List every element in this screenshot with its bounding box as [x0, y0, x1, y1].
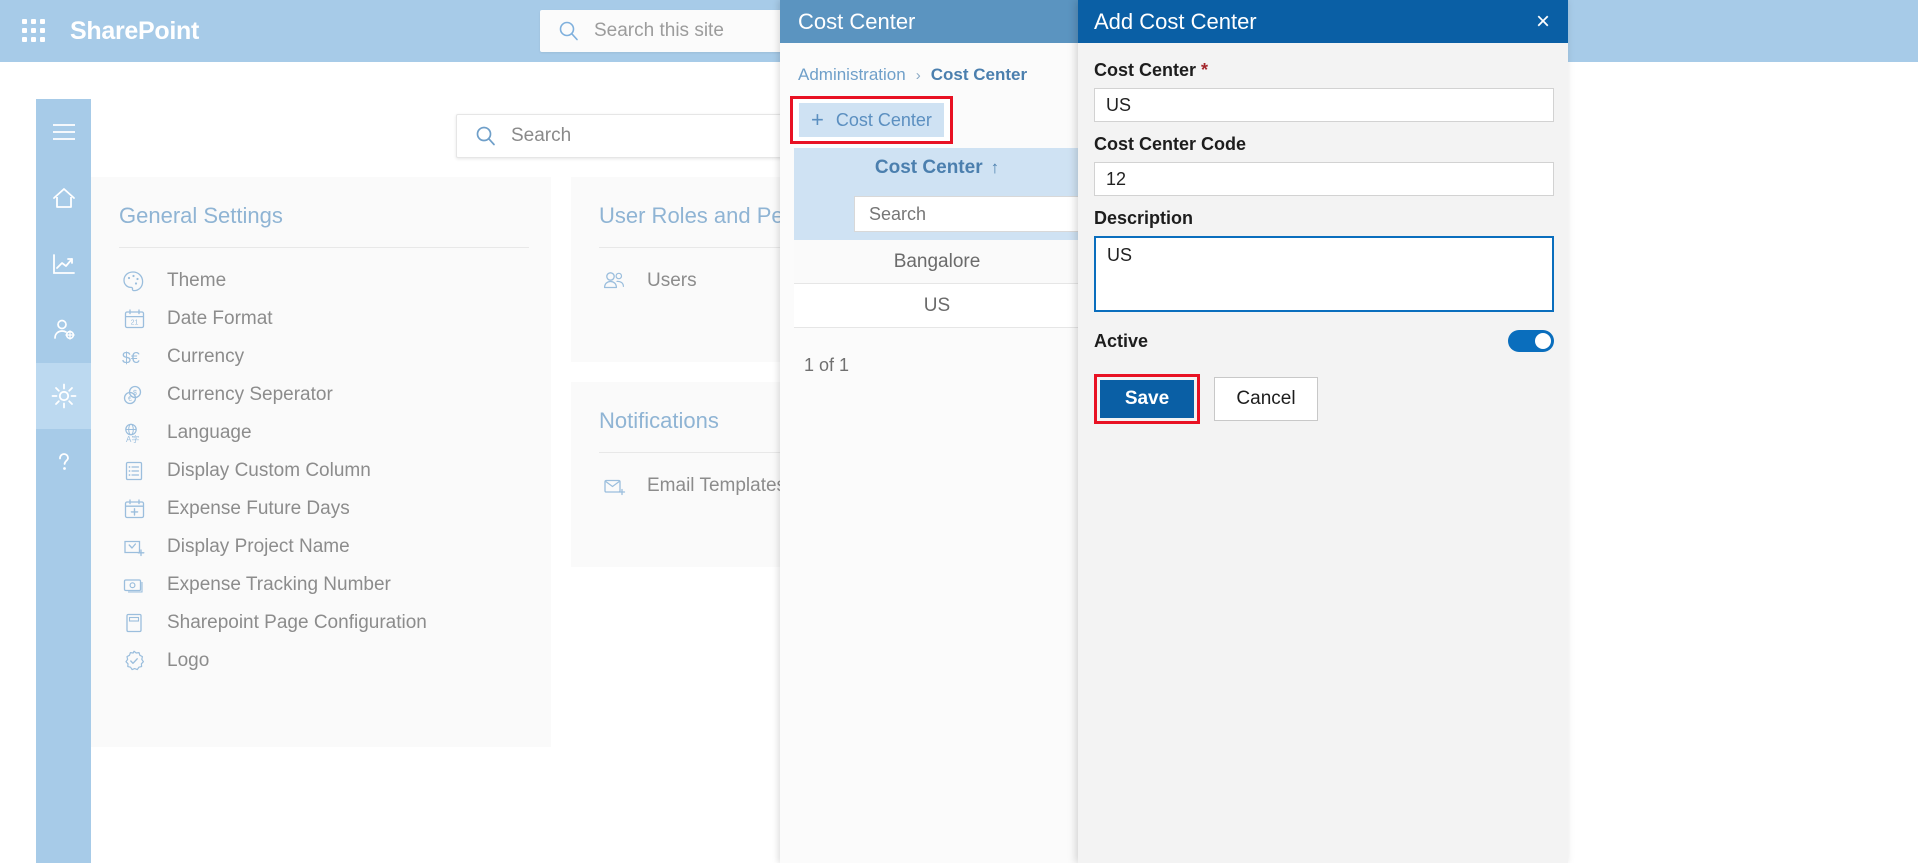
- add-cost-center-panel: Add Cost Center × Cost Center * Cost Cen…: [1078, 0, 1568, 863]
- people-icon: [599, 268, 629, 294]
- table-row[interactable]: Bangalore: [794, 240, 1080, 284]
- badge-icon: [119, 648, 149, 674]
- cost-center-input[interactable]: [1094, 88, 1554, 122]
- list-icon: [119, 458, 149, 484]
- cancel-button[interactable]: Cancel: [1214, 377, 1318, 421]
- cost-center-code-field-label: Cost Center Code: [1094, 134, 1247, 154]
- setting-label: Expense Tracking Number: [167, 574, 391, 595]
- setting-label: Users: [647, 270, 697, 291]
- calendar-plus-icon: [119, 496, 149, 522]
- setting-item-display-custom-column[interactable]: Display Custom Column: [91, 452, 551, 490]
- svg-text:A字: A字: [126, 434, 139, 444]
- breadcrumb-separator: ›: [915, 66, 921, 84]
- active-toggle-row: Active: [1094, 330, 1554, 352]
- setting-item-currency-seperator[interactable]: $ € Currency Seperator: [91, 376, 551, 414]
- general-settings-card: General Settings Theme 21 Date Format $€…: [91, 177, 551, 747]
- plus-icon: +: [811, 107, 824, 132]
- setting-label: Display Project Name: [167, 536, 350, 557]
- add-cost-center-label: Cost Center: [835, 109, 932, 130]
- setting-item-currency[interactable]: $€ Currency: [91, 338, 551, 376]
- cost-center-panel: Cost Center Administration › Cost Center…: [780, 0, 1080, 863]
- setting-label: Display Custom Column: [167, 460, 371, 481]
- setting-label: Sharepoint Page Configuration: [167, 612, 427, 633]
- cost-center-search-input[interactable]: [855, 203, 1055, 225]
- form-title: Add Cost Center: [1094, 8, 1257, 34]
- description-textarea[interactable]: [1094, 236, 1554, 312]
- add-cost-center-button[interactable]: + Cost Center: [799, 103, 944, 137]
- cost-center-search-box[interactable]: [854, 196, 1080, 232]
- language-icon: A字: [119, 420, 149, 446]
- form-buttons: Save Cancel: [1094, 374, 1552, 424]
- save-button[interactable]: Save: [1100, 380, 1194, 418]
- search-icon: [558, 20, 580, 42]
- form-body: Cost Center * Cost Center Code Descripti…: [1078, 43, 1568, 424]
- general-settings-title: General Settings: [119, 203, 283, 228]
- cost-center-list: Bangalore US: [794, 240, 1080, 328]
- active-toggle[interactable]: [1508, 330, 1554, 352]
- svg-text:21: 21: [130, 320, 138, 327]
- cost-center-code-input[interactable]: [1094, 162, 1554, 196]
- sort-ascending-icon: ↑: [990, 158, 1000, 177]
- breadcrumb-administration[interactable]: Administration: [798, 65, 906, 85]
- pager-label: 1 of 1: [804, 355, 850, 375]
- setting-item-date-format[interactable]: 21 Date Format: [91, 300, 551, 338]
- setting-item-display-project-name[interactable]: Display Project Name: [91, 528, 551, 566]
- breadcrumb-cost-center[interactable]: Cost Center: [931, 65, 1027, 85]
- setting-label: Language: [167, 422, 252, 443]
- setting-item-theme[interactable]: Theme: [91, 262, 551, 300]
- close-icon[interactable]: ×: [1532, 9, 1554, 34]
- column-header-label: Cost Center: [874, 157, 983, 178]
- table-row[interactable]: US: [794, 284, 1080, 328]
- palette-icon: [119, 268, 149, 294]
- form-header: Add Cost Center ×: [1078, 0, 1568, 43]
- rail-item-user-settings[interactable]: [36, 297, 91, 363]
- cost-center-panel-header: Cost Center: [780, 0, 1080, 43]
- cost-center-panel-title: Cost Center: [798, 8, 916, 34]
- currency-icon: $€: [119, 344, 149, 370]
- setting-label: Currency: [167, 346, 245, 367]
- search-icon: [475, 125, 497, 147]
- svg-text:$: $: [133, 390, 137, 397]
- cost-center-search-row: [794, 188, 1080, 240]
- save-button-highlight: Save: [1094, 374, 1200, 424]
- general-settings-list: Theme 21 Date Format $€ Currency $ € Cur…: [91, 248, 551, 702]
- svg-text:$€: $€: [122, 350, 140, 367]
- setting-label: Expense Future Days: [167, 498, 350, 519]
- setting-label: Currency Seperator: [167, 384, 333, 405]
- breadcrumb: Administration › Cost Center: [780, 43, 1080, 85]
- left-rail: [36, 99, 91, 863]
- coins-icon: $ €: [119, 382, 149, 408]
- rail-item-home[interactable]: [36, 165, 91, 231]
- setting-item-logo[interactable]: Logo: [91, 642, 551, 680]
- svg-text:€: €: [128, 396, 132, 403]
- rail-item-menu[interactable]: [36, 99, 91, 165]
- description-field-label: Description: [1094, 208, 1194, 228]
- setting-item-expense-future-days[interactable]: Expense Future Days: [91, 490, 551, 528]
- active-label: Active: [1094, 330, 1149, 351]
- setting-item-sharepoint-page-configuration[interactable]: Sharepoint Page Configuration: [91, 604, 551, 642]
- setting-item-expense-tracking-number[interactable]: Expense Tracking Number: [91, 566, 551, 604]
- rail-item-help[interactable]: [36, 429, 91, 495]
- setting-label: Date Format: [167, 308, 273, 329]
- toggle-knob: [1535, 333, 1551, 349]
- label-text: Cost Center: [1094, 60, 1197, 80]
- cost-center-column-header[interactable]: Cost Center ↑: [794, 148, 1080, 188]
- rail-item-settings[interactable]: [36, 363, 91, 429]
- app-launcher-icon[interactable]: [16, 13, 52, 49]
- setting-label: Logo: [167, 650, 210, 671]
- setting-label: Theme: [167, 270, 227, 291]
- setting-item-language[interactable]: A字 Language: [91, 414, 551, 452]
- required-asterisk: *: [1196, 60, 1209, 80]
- cost-center-field-label: Cost Center *: [1094, 60, 1552, 81]
- money-icon: [119, 572, 149, 598]
- sharepoint-brand[interactable]: SharePoint: [70, 17, 199, 46]
- page-icon: [119, 610, 149, 636]
- rail-item-analytics[interactable]: [36, 231, 91, 297]
- mail-template-icon: [599, 473, 629, 499]
- setting-label: Email Templates: [647, 475, 787, 496]
- folder-check-icon: [119, 534, 149, 560]
- add-cost-center-highlight: + Cost Center: [790, 96, 953, 144]
- calendar-icon: 21: [119, 306, 149, 332]
